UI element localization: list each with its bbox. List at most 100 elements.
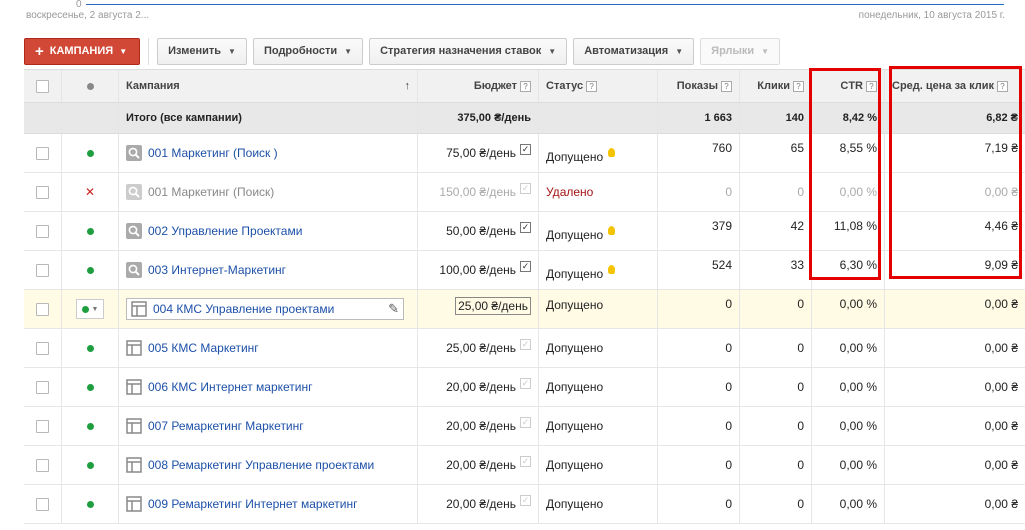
lightbulb-icon[interactable] — [608, 225, 616, 235]
campaign-link[interactable]: 007 Ремаркетинг Маркетинг — [148, 419, 304, 433]
help-icon[interactable]: ? — [793, 80, 804, 92]
edit-button-label: Изменить — [168, 45, 222, 57]
search-campaign-icon — [126, 223, 142, 239]
edit-button[interactable]: Изменить ▼ — [157, 37, 247, 65]
budget-value[interactable]: 25,00 ₴/день — [446, 341, 516, 355]
chart-zero-label: 0 — [76, 0, 82, 10]
campaign-link[interactable]: 001 Маркетинг (Поиск ) — [148, 146, 278, 160]
avg-cpc-value: 0,00 ₴ — [984, 297, 1018, 311]
bidding-strategy-button[interactable]: Стратегия назначения ставок ▼ — [369, 37, 568, 65]
status-text: Допущено — [546, 298, 604, 312]
checkbox-icon: ✓ — [520, 338, 531, 350]
display-campaign-icon — [126, 496, 142, 512]
enabled-status-dot-icon[interactable] — [86, 422, 94, 430]
impressions-value: 0 — [725, 185, 732, 199]
bidding-strategy-label: Стратегия назначения ставок — [380, 45, 542, 57]
checkbox-icon: ✓ — [520, 221, 531, 233]
budget-value[interactable]: 50,00 ₴/день — [446, 224, 516, 238]
ctr-value: 0,00 % — [839, 297, 877, 311]
totals-budget: 375,00 ₴/день — [418, 103, 539, 133]
campaign-link[interactable]: 004 КМС Управление проектами — [153, 302, 334, 316]
budget-value[interactable]: 75,00 ₴/день — [446, 146, 516, 160]
row-checkbox[interactable] — [36, 224, 49, 238]
ctr-value: 0,00 % — [839, 341, 877, 355]
help-icon[interactable]: ? — [721, 80, 732, 92]
help-icon[interactable]: ? — [520, 80, 531, 92]
enabled-status-dot-icon[interactable] — [86, 344, 94, 352]
enabled-status-dot-icon[interactable] — [86, 500, 94, 508]
impressions-value: 524 — [711, 258, 732, 272]
clicks-value: 0 — [797, 297, 804, 311]
checkbox-icon: ✓ — [520, 182, 531, 194]
row-checkbox[interactable] — [36, 497, 49, 511]
row-checkbox[interactable] — [36, 380, 49, 394]
column-header-impressions[interactable]: Показы? — [658, 70, 740, 102]
display-campaign-icon — [126, 340, 142, 356]
campaign-link[interactable]: 008 Ремаркетинг Управление проектами — [148, 458, 374, 472]
status-text: Допущено — [546, 419, 604, 433]
enabled-status-dot-icon[interactable] — [86, 383, 94, 391]
impressions-value: 0 — [725, 341, 732, 355]
table-row: ▼ 004 КМС Управление проектами ✎ 25,00 ₴… — [24, 290, 1025, 329]
avg-cpc-value: 0,00 ₴ — [984, 380, 1018, 394]
row-checkbox[interactable] — [36, 419, 49, 433]
avg-cpc-value: 0,00 ₴ — [984, 419, 1018, 433]
campaign-link[interactable]: 002 Управление Проектами — [148, 224, 302, 238]
budget-value[interactable]: 20,00 ₴/день — [446, 458, 516, 472]
row-checkbox[interactable] — [36, 263, 49, 277]
campaign-link[interactable]: 005 КМС Маркетинг — [148, 341, 259, 355]
campaign-link[interactable]: 009 Ремаркетинг Интернет маркетинг — [148, 497, 357, 511]
automation-button-label: Автоматизация — [584, 45, 669, 57]
avg-cpc-value: 0,00 ₴ — [984, 497, 1018, 511]
details-button-label: Подробности — [263, 45, 338, 57]
help-icon[interactable]: ? — [586, 80, 598, 92]
automation-button[interactable]: Автоматизация ▼ — [573, 37, 695, 65]
budget-value[interactable]: 20,00 ₴/день — [446, 380, 516, 394]
add-campaign-label: КАМПАНИЯ — [49, 45, 114, 57]
budget-value[interactable]: 20,00 ₴/день — [446, 419, 516, 433]
enabled-status-dot-icon[interactable] — [86, 461, 94, 469]
pencil-icon[interactable]: ✎ — [388, 301, 399, 317]
column-header-status[interactable]: Статус? — [539, 70, 658, 102]
totals-impressions: 1 663 — [658, 103, 740, 133]
lightbulb-icon[interactable] — [608, 264, 616, 274]
enabled-status-dot-icon[interactable] — [86, 266, 94, 274]
status-dropdown[interactable]: ▼ — [76, 299, 104, 319]
enabled-status-dot-icon[interactable] — [86, 227, 94, 235]
status-text: Допущено — [546, 228, 604, 242]
impressions-value: 379 — [711, 219, 732, 233]
row-checkbox[interactable] — [36, 458, 49, 472]
row-checkbox[interactable] — [36, 185, 49, 199]
checkbox-icon: ✓ — [520, 143, 531, 155]
campaign-link[interactable]: 006 КМС Интернет маркетинг — [148, 380, 313, 394]
row-checkbox[interactable] — [36, 302, 49, 316]
display-campaign-icon — [126, 418, 142, 434]
table-row: 009 Ремаркетинг Интернет маркетинг 20,00… — [24, 485, 1025, 524]
details-button[interactable]: Подробности ▼ — [252, 37, 364, 65]
row-checkbox[interactable] — [36, 146, 49, 160]
column-header-campaign[interactable]: Кампания ↑ — [119, 70, 418, 102]
lightbulb-icon[interactable] — [608, 147, 616, 157]
budget-value[interactable]: 20,00 ₴/день — [446, 497, 516, 511]
campaign-link[interactable]: 003 Интернет-Маркетинг — [148, 263, 286, 277]
column-header-budget[interactable]: Бюджет? — [418, 70, 539, 102]
checkbox-icon: ✓ — [520, 377, 531, 389]
budget-value[interactable]: 100,00 ₴/день — [439, 263, 516, 277]
toolbar: + КАМПАНИЯ ▼ Изменить ▼ Подробности ▼ Ст… — [24, 37, 786, 65]
select-all-checkbox[interactable] — [36, 79, 49, 93]
status-text: Допущено — [546, 267, 604, 281]
chevron-down-icon: ▼ — [91, 305, 99, 313]
budget-value[interactable]: 25,00 ₴/день — [455, 297, 531, 315]
impressions-value: 0 — [725, 497, 732, 511]
add-campaign-button[interactable]: + КАМПАНИЯ ▼ — [24, 37, 141, 65]
enabled-status-dot-icon[interactable] — [86, 149, 94, 157]
chart-line — [86, 4, 1004, 5]
chart-end-date: понедельник, 10 августа 2015 г. — [858, 10, 1005, 21]
campaign-name-edit-box[interactable]: 004 КМС Управление проектами ✎ — [126, 298, 404, 320]
ctr-value: 0,00 % — [839, 419, 877, 433]
row-checkbox[interactable] — [36, 341, 49, 355]
status-text: Допущено — [546, 380, 604, 394]
labels-button[interactable]: Ярлыки ▼ — [700, 37, 781, 65]
campaign-link[interactable]: 001 Маркетинг (Поиск) — [148, 185, 274, 199]
column-header-clicks[interactable]: Клики? — [740, 70, 812, 102]
